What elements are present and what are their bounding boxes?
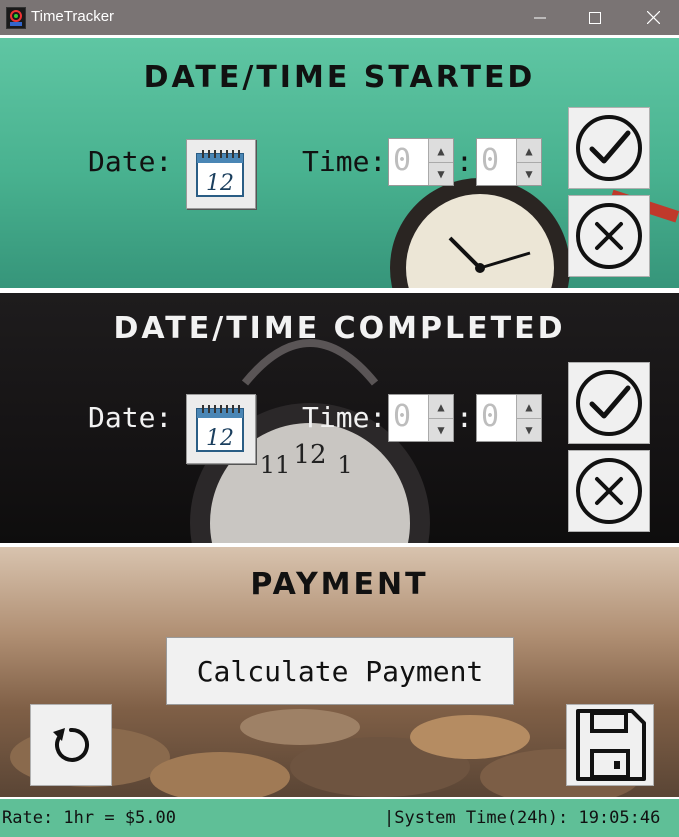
close-window-button[interactable] xyxy=(630,0,676,35)
save-button[interactable] xyxy=(566,704,654,786)
completed-hour-spinner[interactable]: 0 ▲ ▼ xyxy=(388,394,454,442)
completed-hour-up-icon[interactable]: ▲ xyxy=(429,395,453,419)
started-confirm-button[interactable] xyxy=(568,107,650,189)
completed-panel: 12 11 1 Date/Time Completed Date: 12 Tim… xyxy=(0,293,679,543)
maximize-button[interactable] xyxy=(572,0,618,35)
started-minute-arrows: ▲ ▼ xyxy=(516,139,541,185)
calendar-icon: 12 xyxy=(196,150,244,197)
completed-cancel-button[interactable] xyxy=(568,450,650,532)
completed-date-picker-button[interactable]: 12 xyxy=(186,394,256,464)
started-hour-value[interactable]: 0 xyxy=(393,143,411,178)
minimize-icon xyxy=(534,17,546,18)
title-bar: TimeTracker xyxy=(0,0,679,35)
started-hour-spinner[interactable]: 0 ▲ ▼ xyxy=(388,138,454,186)
clock-numeral-11: 11 xyxy=(260,451,291,479)
completed-minute-value[interactable]: 0 xyxy=(481,399,499,434)
started-minute-spinner[interactable]: 0 ▲ ▼ xyxy=(476,138,542,186)
refresh-icon xyxy=(53,727,90,762)
completed-confirm-button[interactable] xyxy=(568,362,650,444)
status-bar: Rate: 1hr = $5.00 |System Time(24h): 19:… xyxy=(0,799,679,837)
started-hour-down-icon[interactable]: ▼ xyxy=(429,162,453,185)
close-icon xyxy=(646,11,660,24)
started-heading: Date/Time Started xyxy=(143,60,536,95)
completed-heading: Date/Time Completed xyxy=(113,311,566,346)
system-time-text: |System Time(24h): 19:05:46 xyxy=(384,808,661,828)
reset-button[interactable] xyxy=(30,704,112,786)
completed-hour-down-icon[interactable]: ▼ xyxy=(429,418,453,441)
completed-time-separator: : xyxy=(456,401,473,434)
cancel-icon xyxy=(576,203,642,269)
started-minute-down-icon[interactable]: ▼ xyxy=(517,162,541,185)
started-date-picker-button[interactable]: 12 xyxy=(186,139,256,209)
started-date-label: Date: xyxy=(88,145,173,178)
minimize-button[interactable] xyxy=(517,0,563,35)
check-icon xyxy=(576,370,642,436)
cancel-icon xyxy=(576,458,642,524)
save-icon xyxy=(576,709,646,781)
started-time-separator: : xyxy=(456,145,473,178)
clock-numeral-12: 12 xyxy=(293,440,326,470)
started-minute-up-icon[interactable]: ▲ xyxy=(517,139,541,163)
payment-heading: Payment xyxy=(250,567,429,602)
started-hour-up-icon[interactable]: ▲ xyxy=(429,139,453,163)
calendar-day-text: 12 xyxy=(206,426,234,451)
clock-numeral-1: 1 xyxy=(337,451,352,479)
started-panel: Date/Time Started Date: 12 Time: 0 ▲ ▼ :… xyxy=(0,38,679,288)
started-cancel-button[interactable] xyxy=(568,195,650,277)
completed-hour-value[interactable]: 0 xyxy=(393,399,411,434)
completed-time-label: Time: xyxy=(302,401,387,434)
started-minute-value[interactable]: 0 xyxy=(481,143,499,178)
completed-minute-arrows: ▲ ▼ xyxy=(516,395,541,441)
window-title: TimeTracker xyxy=(31,8,115,25)
completed-date-label: Date: xyxy=(88,401,173,434)
completed-minute-spinner[interactable]: 0 ▲ ▼ xyxy=(476,394,542,442)
started-hour-arrows: ▲ ▼ xyxy=(428,139,453,185)
calendar-day-text: 12 xyxy=(206,171,234,196)
rate-text: Rate: 1hr = $5.00 xyxy=(2,808,176,828)
app-icon xyxy=(6,7,26,29)
completed-minute-down-icon[interactable]: ▼ xyxy=(517,418,541,441)
calendar-icon: 12 xyxy=(196,405,244,452)
check-icon xyxy=(576,115,642,181)
calculate-payment-button[interactable]: Calculate Payment xyxy=(166,637,514,705)
completed-minute-up-icon[interactable]: ▲ xyxy=(517,395,541,419)
payment-panel: Payment Calculate Payment xyxy=(0,547,679,797)
maximize-icon xyxy=(589,11,601,24)
started-time-label: Time: xyxy=(302,145,387,178)
completed-hour-arrows: ▲ ▼ xyxy=(428,395,453,441)
